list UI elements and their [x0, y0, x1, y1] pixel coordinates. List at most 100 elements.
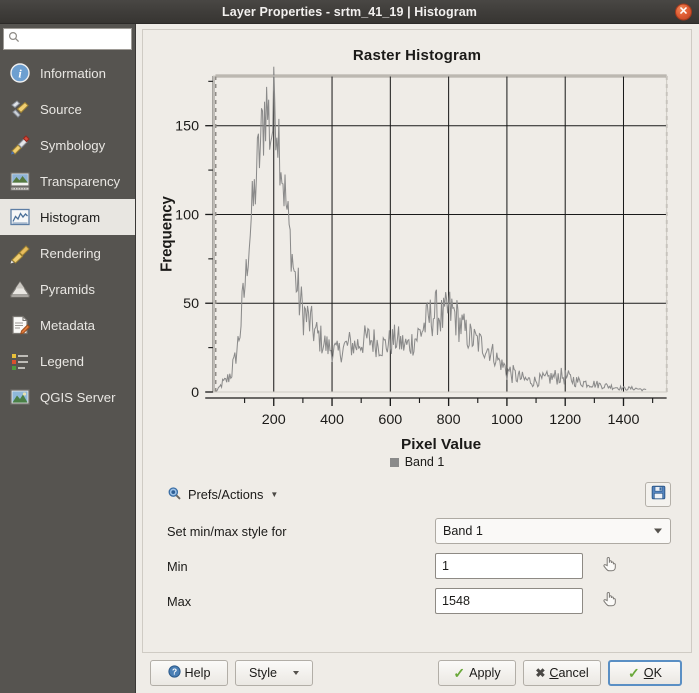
sidebar-item-information[interactable]: i Information: [0, 55, 135, 91]
band-select[interactable]: Band 1: [435, 518, 671, 544]
max-input[interactable]: [435, 588, 583, 614]
svg-text:1400: 1400: [608, 412, 640, 428]
sidebar-item-label: Pyramids: [40, 282, 95, 297]
prefs-actions-button[interactable]: Prefs/Actions ▼: [167, 486, 278, 504]
search-box[interactable]: [3, 28, 132, 50]
apply-label: Apply: [469, 666, 501, 680]
sidebar-item-histogram[interactable]: Histogram: [0, 199, 135, 235]
cancel-rest: ancel: [559, 666, 589, 680]
svg-text:100: 100: [175, 208, 199, 224]
ok-label: OK: [644, 666, 662, 680]
symbology-icon: [9, 134, 31, 156]
sidebar-item-pyramids[interactable]: Pyramids: [0, 271, 135, 307]
sidebar-item-label: Source: [40, 102, 82, 117]
sidebar-item-label: Rendering: [40, 246, 101, 261]
min-label: Min: [167, 559, 435, 574]
sidebar-item-qgis-server[interactable]: QGIS Server: [0, 379, 135, 415]
check-icon: ✓: [453, 666, 465, 680]
y-axis-label: Frequency: [158, 196, 175, 272]
chevron-down-icon: [654, 529, 662, 534]
svg-text:?: ?: [171, 667, 176, 677]
help-icon: ?: [168, 665, 181, 681]
rendering-icon: [9, 242, 31, 264]
main-pane: Raster Histogram 20040060080010001200140…: [136, 24, 699, 693]
help-button[interactable]: ? Help: [150, 660, 228, 686]
max-label: Max: [167, 594, 435, 609]
sidebar-item-rendering[interactable]: Rendering: [0, 235, 135, 271]
search-input[interactable]: [24, 33, 127, 45]
histogram-panel: Raster Histogram 20040060080010001200140…: [142, 29, 692, 653]
dialog-footer: ? Help Style ✓ Apply ✖ Cancel: [142, 653, 692, 693]
svg-text:800: 800: [437, 412, 461, 428]
sidebar-search-wrap: [0, 24, 135, 53]
qgis-server-icon: [9, 386, 31, 408]
sidebar-item-label: Symbology: [40, 138, 105, 153]
layer-properties-dialog: Layer Properties - srtm_41_19 | Histogra…: [0, 0, 699, 693]
close-icon[interactable]: ✕: [675, 3, 692, 20]
chart-title: Raster Histogram: [151, 47, 683, 64]
save-floppy-icon: [651, 485, 666, 505]
svg-text:1000: 1000: [491, 412, 523, 428]
x-axis-label: Pixel Value: [401, 436, 481, 453]
chart-legend: Band 1: [151, 455, 683, 469]
sidebar-item-label: Metadata: [40, 318, 95, 333]
sidebar-item-source[interactable]: Source: [0, 91, 135, 127]
chevron-down-icon: [293, 671, 299, 675]
style-button[interactable]: Style: [235, 660, 313, 686]
histogram-plot: 200 400 600 800 1000 1200 1400 0 50 100 150 Frequen…: [151, 64, 683, 459]
band-select-row: Set min/max style for Band 1: [167, 518, 671, 544]
svg-text:400: 400: [320, 412, 344, 428]
sidebar-nav: i Information Source Symbology Transparency H…: [0, 53, 135, 693]
dialog-body: i Information Source Symbology Transparency H…: [0, 24, 699, 693]
ok-rest: K: [654, 666, 662, 680]
check-icon: ✓: [628, 666, 640, 680]
apply-button[interactable]: ✓ Apply: [438, 660, 516, 686]
svg-text:1200: 1200: [549, 412, 581, 428]
sidebar-item-transparency[interactable]: Transparency: [0, 163, 135, 199]
magnifier-prefs-icon: [167, 486, 182, 504]
chart-area: Raster Histogram 20040060080010001200140…: [151, 36, 683, 476]
svg-text:600: 600: [378, 412, 402, 428]
cancel-label: Cancel: [549, 666, 588, 680]
sidebar-item-legend[interactable]: Legend: [0, 343, 135, 379]
legend-label-band-1: Band 1: [405, 455, 445, 469]
sidebar-item-symbology[interactable]: Symbology: [0, 127, 135, 163]
ok-button[interactable]: ✓ OK: [608, 660, 682, 686]
search-icon: [8, 30, 20, 48]
max-row: Max: [167, 588, 671, 614]
svg-text:200: 200: [262, 412, 286, 428]
prefs-actions-label: Prefs/Actions: [188, 487, 263, 502]
min-input[interactable]: [435, 553, 583, 579]
pointer-hand-icon[interactable]: [601, 555, 627, 577]
information-icon: i: [9, 62, 31, 84]
sidebar-item-label: Information: [40, 66, 106, 81]
metadata-icon: [9, 314, 31, 336]
sidebar-item-label: Transparency: [40, 174, 120, 189]
sidebar-item-label: Histogram: [40, 210, 100, 225]
title-bar: Layer Properties - srtm_41_19 | Histogra…: [0, 0, 699, 24]
source-icon: [9, 98, 31, 120]
svg-text:150: 150: [175, 119, 199, 135]
svg-text:0: 0: [191, 385, 199, 401]
sidebar-item-label: QGIS Server: [40, 390, 115, 405]
close-x-icon: ✖: [535, 667, 545, 679]
svg-text:50: 50: [183, 296, 199, 312]
transparency-icon: [9, 170, 31, 192]
help-label: Help: [185, 666, 211, 680]
window-title: Layer Properties - srtm_41_19 | Histogra…: [222, 5, 477, 19]
cancel-button[interactable]: ✖ Cancel: [523, 660, 601, 686]
histogram-icon: [9, 206, 31, 228]
band-select-value: Band 1: [443, 524, 483, 538]
chevron-down-icon: ▼: [270, 490, 278, 499]
min-row: Min: [167, 553, 671, 579]
sidebar-item-metadata[interactable]: Metadata: [0, 307, 135, 343]
pointer-hand-icon[interactable]: [601, 590, 627, 612]
pyramids-icon: [9, 278, 31, 300]
sidebar: i Information Source Symbology Transparency H…: [0, 24, 136, 693]
prefs-row: Prefs/Actions ▼: [167, 482, 671, 507]
sidebar-item-label: Legend: [40, 354, 84, 369]
legend-icon: [9, 350, 31, 372]
form-zone: Prefs/Actions ▼: [151, 476, 683, 644]
minmax-style-label: Set min/max style for: [167, 524, 435, 539]
save-button[interactable]: [645, 482, 671, 507]
